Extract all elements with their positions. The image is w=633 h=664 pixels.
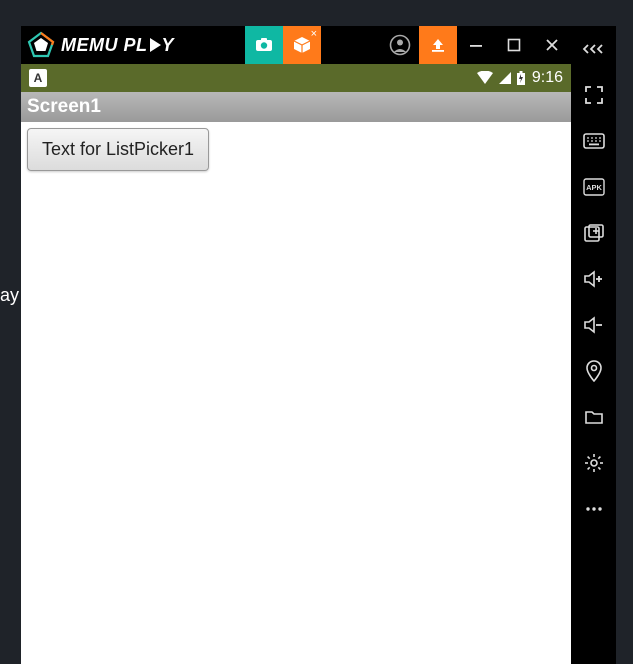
close-button[interactable]: [533, 26, 571, 64]
brand-logo[interactable]: MEMU PLY: [21, 31, 174, 59]
collapse-chevrons-icon: [582, 42, 606, 56]
svg-text:APK: APK: [586, 183, 602, 192]
background-partial-text: ay: [0, 285, 19, 306]
more-button[interactable]: [571, 486, 616, 532]
maximize-button[interactable]: [495, 26, 533, 64]
profile-icon: [389, 34, 411, 56]
add-frame-icon: [584, 224, 604, 242]
upload-button[interactable]: [419, 26, 457, 64]
add-instance-button[interactable]: [571, 210, 616, 256]
volume-up-button[interactable]: [571, 256, 616, 302]
battery-icon: [516, 71, 526, 86]
more-icon: [584, 505, 604, 513]
profile-button[interactable]: [381, 26, 419, 64]
tab-app-2[interactable]: ×: [283, 26, 321, 64]
list-picker-label: Text for ListPicker1: [42, 139, 194, 159]
main-column: MEMU PLY ×: [21, 26, 571, 664]
volume-up-icon: [583, 270, 605, 288]
fullscreen-button[interactable]: [571, 72, 616, 118]
volume-down-button[interactable]: [571, 302, 616, 348]
folder-icon: [584, 409, 604, 425]
statusbar-time: 9:16: [532, 69, 563, 87]
minimize-icon: [469, 38, 483, 52]
keyboard-icon: [583, 133, 605, 149]
logo-pentagon-icon: [27, 31, 55, 59]
settings-button[interactable]: [571, 440, 616, 486]
side-toolbar: APK: [571, 26, 616, 664]
list-picker-button[interactable]: Text for ListPicker1: [27, 128, 209, 171]
play-triangle-icon: [150, 38, 161, 52]
emulator-window: MEMU PLY ×: [21, 26, 616, 664]
apk-icon: APK: [583, 178, 605, 196]
tab-bar: ×: [245, 26, 321, 64]
keyboard-button[interactable]: [571, 118, 616, 164]
minimize-button[interactable]: [457, 26, 495, 64]
volume-down-icon: [583, 316, 605, 334]
folder-button[interactable]: [571, 394, 616, 440]
signal-icon: [498, 71, 512, 85]
cube-icon: [292, 35, 312, 55]
app-content-area: Text for ListPicker1: [21, 122, 571, 664]
fullscreen-icon: [584, 85, 604, 105]
location-icon: [585, 360, 603, 382]
titlebar: MEMU PLY ×: [21, 26, 571, 64]
camera-icon: [254, 35, 274, 55]
window-controls: [381, 26, 571, 64]
close-icon: [545, 38, 559, 52]
apk-install-button[interactable]: APK: [571, 164, 616, 210]
tab-close-icon[interactable]: ×: [311, 28, 317, 40]
android-statusbar: A 9:16: [21, 64, 571, 92]
tab-app-1[interactable]: [245, 26, 283, 64]
location-button[interactable]: [571, 348, 616, 394]
screen-title-bar: Screen1: [21, 92, 571, 122]
screen-title: Screen1: [27, 96, 101, 118]
brand-text: MEMU PLY: [61, 35, 174, 56]
collapse-toolbar-button[interactable]: [571, 26, 616, 72]
upload-icon: [429, 36, 447, 54]
wifi-icon: [476, 71, 494, 85]
maximize-icon: [507, 38, 521, 52]
settings-icon: [584, 453, 604, 473]
statusbar-app-icon: A: [29, 69, 47, 87]
